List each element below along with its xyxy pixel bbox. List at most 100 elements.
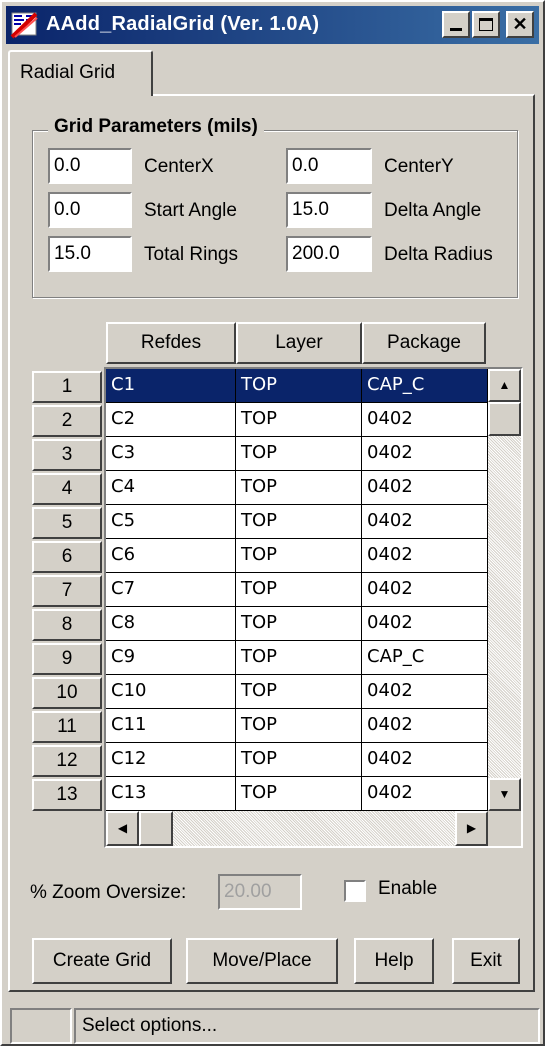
cell-refdes[interactable]: C6 xyxy=(106,539,236,573)
start-angle-input[interactable]: 0.0 xyxy=(48,192,132,228)
cell-layer[interactable]: TOP xyxy=(236,437,362,471)
tab-label: Radial Grid xyxy=(20,62,116,83)
cell-package[interactable]: CAP_C xyxy=(362,641,488,675)
cell-layer[interactable]: TOP xyxy=(236,471,362,505)
total-rings-input[interactable]: 15.0 xyxy=(48,236,132,272)
cell-refdes[interactable]: C1 xyxy=(106,369,236,403)
delta-radius-label: Delta Radius xyxy=(384,244,493,265)
help-button[interactable]: Help xyxy=(354,938,434,984)
status-bar: Select options... xyxy=(6,1004,541,1044)
move-place-button[interactable]: Move/Place xyxy=(186,938,338,984)
scroll-up-button[interactable]: ▲ xyxy=(488,369,521,402)
cell-refdes[interactable]: C10 xyxy=(106,675,236,709)
radial-grid-app-icon[interactable] xyxy=(10,10,40,40)
cell-refdes[interactable]: C2 xyxy=(106,403,236,437)
minimize-icon xyxy=(450,28,462,31)
cell-package[interactable]: 0402 xyxy=(362,539,488,573)
exit-button[interactable]: Exit xyxy=(452,938,520,984)
cell-layer[interactable]: TOP xyxy=(236,641,362,675)
row-header-13[interactable]: 13 xyxy=(32,779,102,811)
cell-package[interactable]: 0402 xyxy=(362,471,488,505)
delta-angle-input[interactable]: 15.0 xyxy=(286,192,372,228)
cell-layer[interactable]: TOP xyxy=(236,709,362,743)
cell-layer[interactable]: TOP xyxy=(236,403,362,437)
cell-refdes[interactable]: C13 xyxy=(106,777,236,811)
row-header-1[interactable]: 1 xyxy=(32,371,102,403)
enable-checkbox[interactable] xyxy=(344,880,366,902)
row-header-12[interactable]: 12 xyxy=(32,745,102,777)
zoom-oversize-input[interactable]: 20.00 xyxy=(218,874,302,910)
row-header-5[interactable]: 5 xyxy=(32,507,102,539)
cell-layer[interactable]: TOP xyxy=(236,505,362,539)
vertical-scroll-thumb[interactable] xyxy=(488,402,521,436)
cell-package[interactable]: 0402 xyxy=(362,607,488,641)
centerx-label: CenterX xyxy=(144,156,214,177)
cell-refdes[interactable]: C9 xyxy=(106,641,236,675)
cell-refdes[interactable]: C12 xyxy=(106,743,236,777)
cell-package[interactable]: 0402 xyxy=(362,743,488,777)
cell-refdes[interactable]: C7 xyxy=(106,573,236,607)
cell-package[interactable]: 0402 xyxy=(362,573,488,607)
row-header-2[interactable]: 2 xyxy=(32,405,102,437)
cell-layer[interactable]: TOP xyxy=(236,573,362,607)
cell-layer[interactable]: TOP xyxy=(236,777,362,811)
centery-label: CenterY xyxy=(384,156,454,177)
row-header-10[interactable]: 10 xyxy=(32,677,102,709)
column-header-refdes[interactable]: Refdes xyxy=(106,322,236,364)
column-header-package[interactable]: Package xyxy=(362,322,486,364)
row-header-11[interactable]: 11 xyxy=(32,711,102,743)
cell-layer[interactable]: TOP xyxy=(236,675,362,709)
status-message: Select options... xyxy=(74,1008,540,1044)
grid-parameters-legend: Grid Parameters (mils) xyxy=(48,116,264,138)
tab-radial-grid[interactable]: Radial Grid xyxy=(8,50,153,96)
cell-package[interactable]: 0402 xyxy=(362,437,488,471)
centery-input[interactable]: 0.0 xyxy=(286,148,372,184)
row-header-3[interactable]: 3 xyxy=(32,439,102,471)
zoom-oversize-label: % Zoom Oversize: xyxy=(30,882,187,903)
row-header-8[interactable]: 8 xyxy=(32,609,102,641)
cell-refdes[interactable]: C8 xyxy=(106,607,236,641)
maximize-icon xyxy=(479,18,493,31)
cell-package[interactable]: CAP_C xyxy=(362,369,488,403)
minimize-button[interactable] xyxy=(442,11,470,38)
status-pane-left xyxy=(10,1008,72,1044)
row-header-6[interactable]: 6 xyxy=(32,541,102,573)
cell-refdes[interactable]: C3 xyxy=(106,437,236,471)
scroll-down-button[interactable]: ▼ xyxy=(488,778,521,811)
total-rings-label: Total Rings xyxy=(144,244,238,265)
cell-package[interactable]: 0402 xyxy=(362,675,488,709)
maximize-button[interactable] xyxy=(472,11,500,38)
close-button[interactable]: ✕ xyxy=(506,11,534,38)
row-header-7[interactable]: 7 xyxy=(32,575,102,607)
cell-layer[interactable]: TOP xyxy=(236,539,362,573)
cell-package[interactable]: 0402 xyxy=(362,709,488,743)
cell-package[interactable]: 0402 xyxy=(362,777,488,811)
close-icon: ✕ xyxy=(512,14,528,34)
cell-layer[interactable]: TOP xyxy=(236,743,362,777)
cell-refdes[interactable]: C11 xyxy=(106,709,236,743)
row-header-9[interactable]: 9 xyxy=(32,643,102,675)
app-window: AAdd_RadialGrid (Ver. 1.0A) ✕ Radial Gri… xyxy=(0,0,545,1046)
delta-radius-input[interactable]: 200.0 xyxy=(286,236,372,272)
start-angle-label: Start Angle xyxy=(144,200,237,221)
delta-angle-label: Delta Angle xyxy=(384,200,482,221)
cell-refdes[interactable]: C5 xyxy=(106,505,236,539)
cell-layer[interactable]: TOP xyxy=(236,369,362,403)
arrow-left-icon: ◀ xyxy=(117,821,128,835)
horizontal-scroll-thumb[interactable] xyxy=(139,811,173,846)
cell-package[interactable]: 0402 xyxy=(362,505,488,539)
scroll-right-button[interactable]: ▶ xyxy=(455,811,488,846)
scroll-left-button[interactable]: ◀ xyxy=(106,811,139,846)
centerx-input[interactable]: 0.0 xyxy=(48,148,132,184)
arrow-up-icon: ▲ xyxy=(498,378,511,392)
cell-package[interactable]: 0402 xyxy=(362,403,488,437)
enable-label[interactable]: Enable xyxy=(378,878,437,900)
row-header-4[interactable]: 4 xyxy=(32,473,102,505)
arrow-down-icon: ▼ xyxy=(498,787,511,801)
cell-refdes[interactable]: C4 xyxy=(106,471,236,505)
title-bar[interactable]: AAdd_RadialGrid (Ver. 1.0A) ✕ xyxy=(6,6,539,44)
column-header-layer[interactable]: Layer xyxy=(236,322,362,364)
window-title: AAdd_RadialGrid (Ver. 1.0A) xyxy=(46,13,320,35)
create-grid-button[interactable]: Create Grid xyxy=(32,938,172,984)
cell-layer[interactable]: TOP xyxy=(236,607,362,641)
